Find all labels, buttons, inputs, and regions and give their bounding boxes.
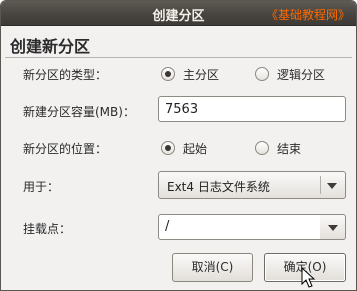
create-partition-dialog: 创建分区 《基础教程网》 创建新分区 新分区的类型： 主分区 逻辑分区 新建分区… [0, 0, 357, 291]
partition-size-input[interactable]: 7563 [158, 96, 346, 122]
radio-primary-label: 主分区 [183, 67, 220, 82]
radio-logical-label: 逻辑分区 [277, 67, 326, 82]
radio-location-end[interactable]: 结束 [255, 139, 301, 157]
partition-size-label: 新建分区容量(MB)： [23, 105, 135, 119]
mount-point-combo: / [158, 214, 346, 240]
partition-type-label: 新分区的类型： [23, 68, 108, 82]
mount-point-input[interactable]: / [158, 214, 321, 240]
radio-logical-partition[interactable]: 逻辑分区 [255, 65, 325, 83]
mouse-pointer-icon [301, 267, 316, 288]
heading-divider [5, 57, 352, 58]
radio-button-checked[interactable] [161, 141, 175, 155]
radio-button[interactable] [255, 67, 269, 81]
chevron-down-icon [328, 225, 338, 231]
watermark-text: 《基础教程网》 [265, 8, 350, 22]
partition-location-label: 新分区的位置： [23, 142, 108, 156]
filesystem-select[interactable]: Ext4 日志文件系统 [158, 171, 346, 199]
cancel-button[interactable]: 取消(C) [172, 253, 253, 282]
combo-separator [320, 176, 321, 194]
mount-point-dropdown-button[interactable] [320, 214, 346, 240]
radio-button-checked[interactable] [161, 67, 175, 81]
radio-primary-partition[interactable]: 主分区 [161, 65, 219, 83]
filesystem-select-value: Ext4 日志文件系统 [167, 180, 270, 194]
use-as-label: 用于： [23, 180, 60, 194]
mount-point-label: 挂载点： [23, 222, 72, 236]
radio-beginning-label: 起始 [183, 141, 208, 156]
radio-end-label: 结束 [277, 141, 302, 156]
chevron-down-icon[interactable] [327, 183, 337, 189]
title-bar[interactable]: 创建分区 《基础教程网》 [1, 1, 356, 26]
dialog-heading: 创建新分区 [10, 37, 91, 56]
radio-button[interactable] [255, 141, 269, 155]
radio-location-beginning[interactable]: 起始 [161, 139, 207, 157]
